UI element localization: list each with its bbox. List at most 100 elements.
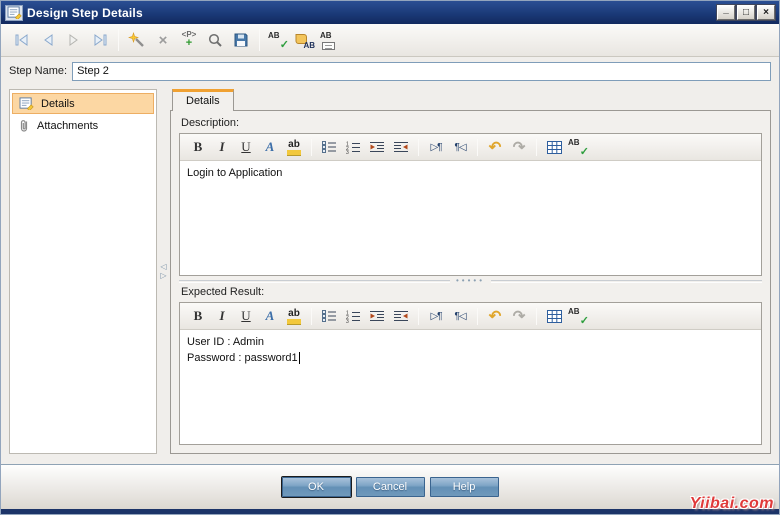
- insert-table-button[interactable]: [542, 306, 566, 327]
- design-step-details-dialog: Design Step Details _ □ × × <P> + AB ✓ A…: [0, 0, 780, 515]
- indent-button[interactable]: [365, 306, 389, 327]
- description-editor: B I U A ab 123 ▷¶ ¶◁ ↶ ↷ AB ✓ Login to A…: [179, 133, 762, 276]
- sidebar-item-attachments[interactable]: Attachments: [12, 115, 154, 136]
- indent-button[interactable]: [365, 137, 389, 158]
- add-parameter-icon: <P> +: [181, 30, 197, 49]
- nav-next-button[interactable]: [61, 28, 87, 52]
- bullet-list-button[interactable]: [317, 137, 341, 158]
- outdent-button[interactable]: [389, 306, 413, 327]
- add-parameter-button[interactable]: <P> +: [176, 28, 202, 52]
- expected-result-line: Password : password1: [187, 351, 300, 364]
- toolbar-separator: [477, 138, 478, 156]
- italic-icon: I: [219, 308, 225, 323]
- step-name-input[interactable]: [72, 61, 771, 81]
- expected-result-label: Expected Result:: [181, 286, 265, 298]
- highlight-button[interactable]: ab: [282, 137, 306, 158]
- sidebar-splitter[interactable]: ◁ ▷: [157, 89, 170, 454]
- font-color-icon: A: [265, 308, 275, 323]
- ok-button[interactable]: OK: [281, 477, 351, 497]
- font-color-icon: A: [265, 139, 275, 154]
- redo-button[interactable]: ↷: [507, 137, 531, 158]
- check-spelling-button[interactable]: AB ✓: [265, 28, 291, 52]
- new-step-button[interactable]: [124, 28, 150, 52]
- sidebar-item-details[interactable]: Details: [12, 93, 154, 114]
- nav-prev-button[interactable]: [35, 28, 61, 52]
- font-color-button[interactable]: A: [258, 306, 282, 327]
- expected-result-editor: B I U A ab 123 ▷¶ ¶◁ ↶ ↷ AB ✓ User ID: …: [179, 302, 762, 445]
- indent-icon: [370, 311, 384, 321]
- numbered-list-button[interactable]: 123: [341, 306, 365, 327]
- bold-icon: B: [193, 139, 203, 154]
- minimize-button[interactable]: _: [716, 3, 736, 21]
- delete-step-button[interactable]: ×: [150, 28, 176, 52]
- toolbar-separator: [311, 138, 312, 156]
- step-name-label: Step Name:: [9, 65, 68, 77]
- nav-first-button[interactable]: [9, 28, 35, 52]
- svg-text:3: 3: [346, 319, 349, 323]
- bold-button[interactable]: B: [186, 137, 210, 158]
- bullet-list-button[interactable]: [317, 306, 341, 327]
- undo-icon: ↶: [488, 138, 502, 156]
- undo-button[interactable]: ↶: [483, 137, 507, 158]
- cancel-button[interactable]: Cancel: [355, 477, 425, 497]
- save-icon: [234, 33, 248, 47]
- find-button[interactable]: [202, 28, 228, 52]
- expected-result-line: User ID : Admin: [187, 336, 265, 348]
- step-name-row: Step Name:: [1, 57, 779, 85]
- collapse-right-icon[interactable]: ▷: [160, 272, 166, 280]
- redo-icon: ↷: [512, 307, 526, 325]
- spell-check-button[interactable]: AB ✓: [566, 137, 590, 158]
- search-icon: [208, 33, 222, 47]
- ltr-paragraph-button[interactable]: ▷¶: [424, 306, 448, 327]
- ltr-paragraph-icon: ▷¶: [430, 141, 442, 153]
- toolbar-separator: [418, 307, 419, 325]
- rtl-paragraph-button[interactable]: ¶◁: [448, 306, 472, 327]
- bold-button[interactable]: B: [186, 306, 210, 327]
- expected-result-text-area[interactable]: User ID : Admin Password : password1: [180, 330, 761, 444]
- spell-check-icon: AB ✓: [268, 31, 289, 51]
- outdent-button[interactable]: [389, 137, 413, 158]
- insert-table-button[interactable]: [542, 137, 566, 158]
- spell-check-icon: AB ✓: [568, 138, 589, 158]
- tab-details[interactable]: Details: [172, 89, 234, 111]
- spelling-options-icon: AB: [320, 31, 340, 50]
- rtl-paragraph-button[interactable]: ¶◁: [448, 137, 472, 158]
- ltr-paragraph-button[interactable]: ▷¶: [424, 137, 448, 158]
- nav-last-icon: [94, 34, 107, 46]
- nav-last-button[interactable]: [87, 28, 113, 52]
- thesaurus-button[interactable]: AB: [291, 28, 317, 52]
- title-bar: Design Step Details _ □ ×: [1, 1, 779, 24]
- italic-button[interactable]: I: [210, 306, 234, 327]
- close-button[interactable]: ×: [756, 4, 776, 21]
- save-button[interactable]: [228, 28, 254, 52]
- outdent-icon: [394, 311, 408, 321]
- delete-icon: ×: [158, 31, 168, 49]
- toolbar-separator: [259, 29, 260, 51]
- toolbar-separator: [536, 307, 537, 325]
- editor-splitter[interactable]: •••••: [179, 276, 763, 286]
- maximize-button[interactable]: □: [736, 4, 756, 21]
- undo-button[interactable]: ↶: [483, 306, 507, 327]
- help-button[interactable]: Help: [429, 477, 499, 497]
- description-text-area[interactable]: Login to Application: [180, 161, 761, 275]
- numbered-list-icon: 123: [346, 310, 360, 323]
- font-color-button[interactable]: A: [258, 137, 282, 158]
- underline-icon: U: [241, 139, 251, 154]
- bullet-list-icon: [321, 310, 336, 322]
- sidebar-item-label: Attachments: [37, 119, 99, 132]
- maximize-icon: □: [742, 6, 750, 18]
- numbered-list-button[interactable]: 123: [341, 137, 365, 158]
- new-step-wand-icon: [128, 31, 144, 47]
- collapse-left-icon[interactable]: ◁: [160, 263, 166, 271]
- toolbar-separator: [311, 307, 312, 325]
- spelling-options-button[interactable]: AB: [317, 28, 343, 52]
- spell-check-button[interactable]: AB ✓: [566, 306, 590, 327]
- redo-button[interactable]: ↷: [507, 306, 531, 327]
- highlight-button[interactable]: ab: [282, 306, 306, 327]
- details-icon: [19, 97, 34, 110]
- italic-button[interactable]: I: [210, 137, 234, 158]
- underline-button[interactable]: U: [234, 137, 258, 158]
- underline-button[interactable]: U: [234, 306, 258, 327]
- minimize-icon: _: [723, 3, 729, 15]
- ltr-paragraph-icon: ▷¶: [430, 310, 442, 322]
